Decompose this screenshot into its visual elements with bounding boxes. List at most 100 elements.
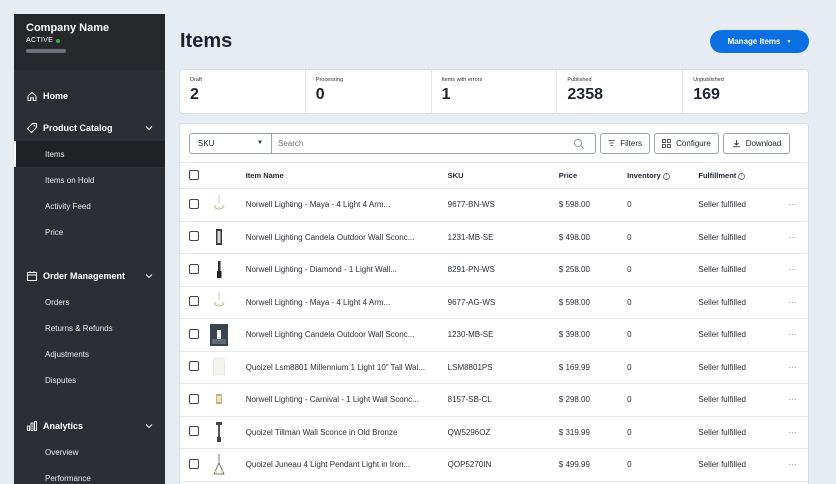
row-checkbox[interactable]: [189, 198, 199, 209]
search-icon[interactable]: [573, 138, 585, 150]
more-actions-icon[interactable]: ···: [788, 318, 808, 352]
more-actions-icon[interactable]: ···: [788, 286, 808, 319]
item-thumbnail[interactable]: [210, 453, 228, 476]
row-checkbox[interactable]: [189, 426, 199, 437]
sidebar-section-product-catalog[interactable]: Product Catalog: [14, 115, 165, 141]
manage-items-button[interactable]: Manage Items ▼: [710, 30, 809, 53]
sidebar-item-items[interactable]: Items: [14, 141, 165, 167]
stat-unpublished[interactable]: Unpublished 169: [683, 70, 808, 113]
chevron-down-icon: [145, 274, 153, 279]
item-name[interactable]: Norwell Lighting Candela Outdoor Wall Sc…: [245, 318, 448, 352]
header-sku[interactable]: SKU: [447, 162, 559, 189]
sidebar-item-performance[interactable]: Performance: [14, 465, 165, 484]
sidebar-item-activity-feed[interactable]: Activity Feed: [14, 193, 165, 219]
info-icon[interactable]: i: [662, 172, 670, 180]
row-checkbox[interactable]: [189, 263, 199, 274]
sidebar-item-adjustments[interactable]: Adjustments: [14, 341, 165, 367]
item-name[interactable]: Quoizel Juneau 4 Light Pendant Light in …: [245, 448, 448, 482]
more-actions-icon[interactable]: ···: [788, 351, 808, 384]
table-row[interactable]: Quoizel Lsm8801 Millennium 1 Light 10" T…: [180, 351, 808, 384]
row-checkbox[interactable]: [189, 231, 199, 242]
company-status: ACTIVE: [26, 37, 153, 44]
search-input-wrap: [272, 134, 595, 153]
stat-errors[interactable]: Items with errors 1: [432, 70, 558, 113]
more-actions-icon[interactable]: ···: [788, 253, 808, 287]
sidebar-item-label: Product Catalog: [43, 123, 113, 133]
item-name[interactable]: Quoizel Tillman Wall Sconce in Old Bronz…: [245, 416, 448, 449]
item-name[interactable]: Norwell Lighting - Diamond - 1 Light Wal…: [245, 253, 448, 287]
sidebar-item-returns-refunds[interactable]: Returns & Refunds: [14, 315, 165, 341]
sidebar-item-overview[interactable]: Overview: [14, 439, 165, 465]
stat-draft[interactable]: Draft 2: [180, 70, 306, 113]
search-field-select[interactable]: SKU ▼: [190, 133, 272, 153]
download-button[interactable]: Download: [723, 132, 790, 154]
item-name[interactable]: Norwell Lighting Candela Outdoor Wall Sc…: [245, 221, 448, 254]
item-sku: QW5296OZ: [447, 416, 559, 449]
header-inventory-label: Inventory: [627, 171, 661, 180]
item-thumbnail-cell: [209, 188, 246, 222]
row-checkbox[interactable]: [189, 328, 199, 339]
item-name[interactable]: Quoizel Lsm8801 Millennium 1 Light 10" T…: [245, 351, 448, 384]
sidebar-section-analytics[interactable]: Analytics: [14, 413, 165, 439]
company-header[interactable]: Company Name ACTIVE: [14, 14, 165, 70]
configure-label: Configure: [676, 138, 711, 148]
filters-button[interactable]: Filters: [600, 132, 650, 154]
item-name[interactable]: Norwell Lighting - Maya - 4 Light 4 Arm.…: [245, 286, 448, 319]
header-price[interactable]: Price: [558, 162, 628, 189]
company-name: Company Name: [26, 22, 110, 34]
sidebar-item-orders[interactable]: Orders: [14, 289, 165, 315]
more-actions-icon[interactable]: ···: [788, 448, 808, 482]
item-fulfillment: Seller fulfilled: [698, 448, 789, 482]
table-row[interactable]: Norwell Lighting - Carnival - 1 Light Wa…: [180, 383, 808, 417]
item-fulfillment: Seller fulfilled: [698, 351, 789, 384]
more-actions-icon[interactable]: ···: [788, 383, 808, 417]
info-icon[interactable]: i: [738, 172, 746, 180]
more-actions-icon[interactable]: ···: [788, 416, 808, 449]
sidebar-item-items-on-hold[interactable]: Items on Hold: [14, 167, 165, 193]
item-thumbnail[interactable]: [209, 323, 228, 346]
table-row[interactable]: Norwell Lighting - Maya - 4 Light 4 Arm.…: [180, 188, 808, 222]
item-price: $ 398.00: [558, 318, 628, 352]
item-thumbnail[interactable]: [210, 194, 228, 216]
item-thumbnail-cell: [209, 416, 246, 449]
item-inventory: 0: [627, 221, 699, 254]
sidebar-section-order-management[interactable]: Order Management: [14, 263, 165, 289]
row-checkbox[interactable]: [189, 458, 199, 469]
item-thumbnail[interactable]: [210, 356, 228, 378]
select-all-checkbox[interactable]: [189, 169, 199, 180]
table-row[interactable]: Norwell Lighting Candela Outdoor Wall Sc…: [180, 221, 808, 254]
row-checkbox[interactable]: [189, 393, 199, 404]
header-inventory[interactable]: Inventory i: [627, 162, 699, 189]
item-price: $ 499.99: [558, 448, 628, 482]
header-item-name[interactable]: Item Name: [245, 162, 448, 189]
configure-button[interactable]: Configure: [654, 132, 719, 154]
sidebar-item-home[interactable]: Home: [14, 83, 165, 109]
calendar-icon: [26, 270, 38, 282]
table-row[interactable]: Norwell Lighting - Diamond - 1 Light Wal…: [180, 253, 808, 287]
stat-processing[interactable]: Processing 0: [306, 70, 432, 113]
table-row[interactable]: Norwell Lighting - Maya - 4 Light 4 Arm.…: [180, 286, 808, 319]
row-checkbox[interactable]: [189, 361, 199, 372]
item-thumbnail[interactable]: [210, 389, 228, 411]
table-row[interactable]: Quoizel Juneau 4 Light Pendant Light in …: [180, 448, 808, 482]
item-thumbnail[interactable]: [210, 421, 228, 443]
download-icon: [732, 139, 740, 147]
table-row[interactable]: Norwell Lighting Candela Outdoor Wall Sc…: [180, 318, 808, 352]
row-checkbox[interactable]: [189, 296, 199, 307]
header-fulfillment[interactable]: Fulfillment i: [698, 162, 789, 189]
table-row[interactable]: Quoizel Tillman Wall Sconce in Old Bronz…: [180, 416, 808, 449]
sidebar-item-price[interactable]: Price: [14, 219, 165, 245]
stat-published[interactable]: Published 2358: [557, 70, 684, 113]
sidebar-item-disputes[interactable]: Disputes: [14, 367, 165, 393]
item-thumbnail[interactable]: [210, 291, 228, 313]
item-name[interactable]: Norwell Lighting - Maya - 4 Light 4 Arm.…: [245, 188, 448, 222]
more-actions-icon[interactable]: ···: [788, 188, 808, 222]
table-header-row: Item Name SKU Price Inventory i Fulfillme…: [180, 162, 808, 189]
item-name[interactable]: Norwell Lighting - Carnival - 1 Light Wa…: [245, 383, 448, 417]
item-fulfillment: Seller fulfilled: [698, 286, 789, 319]
search-input[interactable]: [278, 138, 558, 148]
item-thumbnail[interactable]: [210, 226, 228, 248]
more-actions-icon[interactable]: ···: [788, 221, 808, 254]
item-fulfillment: Seller fulfilled: [698, 188, 789, 222]
item-thumbnail[interactable]: [210, 259, 228, 281]
